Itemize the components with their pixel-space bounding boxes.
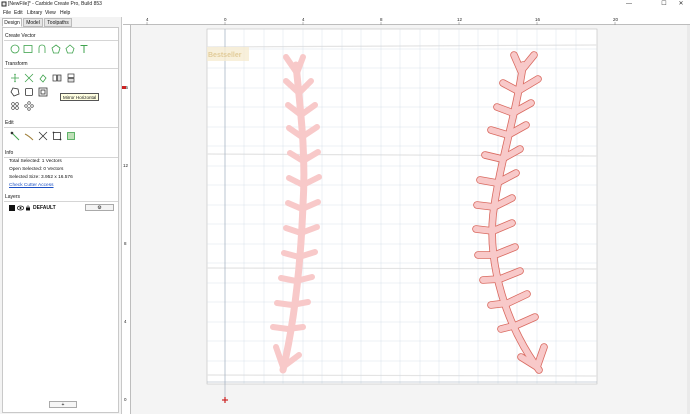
open-selected: Open Selected: 0 Vectors [9, 167, 64, 172]
mirror-horizontal-icon[interactable] [51, 72, 62, 83]
menu-view[interactable]: View [45, 10, 56, 16]
sidebar: Design Model Toolpaths Create Vector Tra… [0, 17, 122, 414]
menu-bar: File Edit Library View Help [0, 9, 690, 17]
node-edit-icon[interactable] [9, 130, 20, 141]
divider [4, 127, 118, 128]
title-bar: [NewFile]* - Carbide Create Pro, Build 8… [0, 0, 690, 9]
eye-icon[interactable] [17, 205, 24, 211]
ruler-label: 0 [224, 17, 227, 22]
polygon-icon[interactable] [50, 43, 61, 54]
layer-color-swatch[interactable] [9, 205, 15, 211]
ruler-label: 8 [380, 17, 383, 22]
ruler-label: 4 [302, 17, 305, 22]
ruler-label: 8 [124, 241, 127, 246]
maximize-button[interactable]: ☐ [656, 0, 672, 9]
circle-icon[interactable] [9, 43, 20, 54]
menu-edit[interactable]: Edit [14, 10, 23, 16]
tab-toolpaths[interactable]: Toolpaths [44, 18, 72, 27]
watermark-text: Bestseller [208, 52, 242, 59]
rounded-rect-icon[interactable] [36, 43, 47, 54]
text-icon[interactable] [78, 43, 89, 54]
tab-model[interactable]: Model [23, 18, 43, 27]
ruler-label: 12 [123, 163, 129, 168]
pentagon-icon[interactable] [64, 43, 75, 54]
close-button[interactable]: ✕ [673, 0, 689, 9]
scale-icon[interactable] [23, 72, 34, 83]
layer-name: DEFAULT [33, 205, 56, 211]
group-icon[interactable] [37, 86, 48, 97]
move-icon[interactable] [9, 72, 20, 83]
divider [4, 40, 118, 41]
divider [4, 68, 118, 69]
join-icon[interactable] [37, 130, 48, 141]
layer-settings-button[interactable]: ⚙ [85, 204, 114, 211]
layers-title: Layers [5, 194, 21, 200]
selected-size: Selected Size: 3.952 x 16.576 [9, 175, 73, 180]
minimize-button[interactable]: — [621, 0, 637, 9]
align-icon[interactable] [23, 86, 34, 97]
tab-design[interactable]: Design [2, 18, 22, 27]
rotate-icon[interactable] [37, 72, 48, 83]
divider [4, 157, 118, 158]
design-panel: Create Vector Transform Mirror Horizonta… [2, 27, 119, 413]
ruler-label: 12 [457, 17, 463, 22]
check-cutter-access-link[interactable]: Check Cutter Access [9, 183, 54, 188]
ruler-label: 4 [124, 319, 127, 324]
total-selected: Total Selected: 1 Vectors [9, 159, 62, 164]
canvas-svg[interactable]: Bestseller [131, 25, 690, 414]
mirror-horizontal-tooltip: Mirror Horizontal [60, 93, 100, 101]
app-logo-icon [1, 1, 7, 7]
window-title: [NewFile]* - Carbide Create Pro, Build 8… [8, 1, 102, 7]
vertical-ruler: 16 12 8 4 0 [122, 25, 131, 414]
lock-icon[interactable] [25, 205, 31, 211]
ruler-label: 16 [535, 17, 541, 22]
circular-array-icon[interactable] [23, 100, 34, 111]
design-canvas[interactable]: Bestseller [131, 25, 690, 414]
edit-title: Edit [5, 120, 14, 126]
menu-help[interactable]: Help [60, 10, 70, 16]
offset-icon[interactable] [9, 86, 20, 97]
menu-library[interactable]: Library [27, 10, 42, 16]
info-title: Info [5, 150, 14, 156]
layer-row[interactable]: DEFAULT ⚙ [9, 204, 117, 212]
ruler-cursor-marker [122, 86, 126, 89]
horizontal-ruler: 4 0 4 8 12 16 20 [123, 17, 690, 25]
add-layer-button[interactable]: + [49, 401, 77, 408]
ruler-ticks [146, 22, 616, 25]
weld-icon[interactable] [65, 130, 76, 141]
array-icon[interactable] [9, 100, 20, 111]
transform-title: Transform [5, 61, 28, 67]
trim-icon[interactable] [23, 130, 34, 141]
divider [4, 201, 118, 202]
ruler-label: 0 [124, 397, 127, 402]
boolean-icon[interactable] [51, 130, 62, 141]
mirror-vertical-icon[interactable] [65, 72, 76, 83]
rectangle-icon[interactable] [22, 43, 33, 54]
origin-marker-icon [222, 397, 228, 403]
create-vector-title: Create Vector [5, 33, 36, 39]
menu-file[interactable]: File [3, 10, 11, 16]
ruler-label: 20 [613, 17, 619, 22]
ruler-label: 4 [146, 17, 149, 22]
